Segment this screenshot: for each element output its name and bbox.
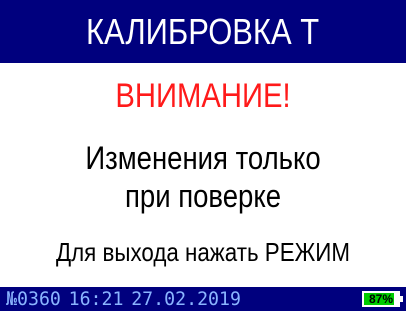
battery-icon: 87% [362, 291, 400, 307]
status-time: 16:21 [68, 288, 124, 310]
status-text: №0360 16:21 27.02.2019 [6, 288, 241, 310]
exit-hint: Для выхода нажать РЕЖИМ [55, 237, 350, 267]
warning-message-line-1: Изменения только [85, 140, 321, 176]
screen-title: КАЛИБРОВКА Т [86, 10, 320, 52]
device-number: №0360 [6, 288, 61, 310]
status-bar: №0360 16:21 27.02.2019 87% [0, 287, 406, 311]
screen-header: КАЛИБРОВКА Т [0, 0, 406, 63]
battery-terminal [400, 296, 403, 302]
warning-message-line-2: при поверке [124, 178, 282, 214]
status-date: 27.02.2019 [131, 288, 242, 310]
battery-percent: 87% [368, 292, 394, 306]
main-content: ВНИМАНИЕ! Изменения только при поверке Д… [0, 63, 406, 287]
warning-message: Изменения только при поверке [0, 139, 406, 215]
warning-label: ВНИМАНИЕ! [115, 77, 291, 115]
